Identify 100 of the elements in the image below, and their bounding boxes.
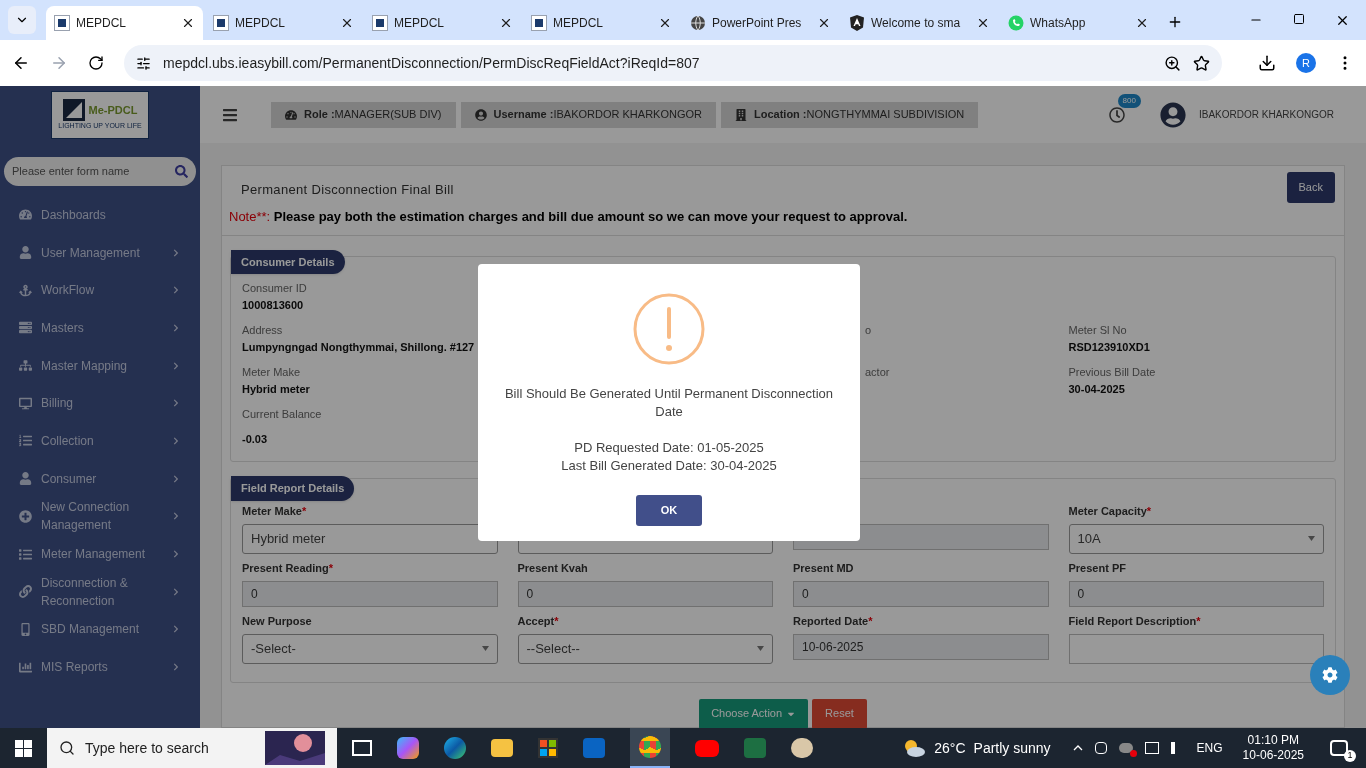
dropdown-select[interactable]: 10A	[1068, 523, 1324, 554]
star-icon[interactable]	[1193, 54, 1210, 72]
tab-title: MEPDCL	[235, 15, 286, 32]
monitor-icon	[19, 396, 32, 410]
sitemap-icon	[19, 359, 32, 373]
detail-value: Hybrid meter	[242, 381, 310, 397]
close-icon[interactable]	[976, 16, 990, 30]
logo-name: Me-PDCL	[88, 102, 138, 118]
tab-title: MEPDCL	[76, 15, 127, 32]
sidebar-item[interactable]: New Connection Management	[0, 497, 200, 536]
detail-value: RSD123910XD1	[1068, 339, 1150, 355]
browser-tab[interactable]: MEPDCL	[205, 6, 362, 40]
choose-action-button[interactable]: Choose Action	[699, 698, 809, 728]
caret-icon	[481, 646, 489, 651]
user-icon	[19, 472, 32, 486]
logo-mark-icon	[62, 98, 85, 121]
field-label: Meter Capacity	[1068, 503, 1147, 519]
sidebar-item[interactable]: MIS Reports	[0, 648, 200, 686]
sidebar-item[interactable]: Dashboards	[0, 196, 200, 234]
tab-title: WhatsApp	[1030, 15, 1087, 32]
detail-label: Address	[242, 323, 283, 338]
required-mark: *	[1146, 503, 1152, 519]
form-search-field[interactable]: Please enter form name	[4, 157, 196, 186]
close-icon[interactable]	[1135, 16, 1149, 30]
building-icon	[735, 108, 747, 121]
input-field[interactable]: 0	[793, 580, 1049, 607]
required-mark: *	[301, 503, 307, 519]
detail-label: Meter Make	[242, 365, 301, 380]
shield-logo-icon	[849, 15, 865, 31]
sidebar-item[interactable]: Disconnection & Reconnection	[0, 572, 200, 611]
dropdown-select[interactable]: --Select--	[517, 633, 773, 664]
browser-tab[interactable]: Welcome to sma	[841, 6, 998, 40]
sidebar-item[interactable]: Master Mapping	[0, 346, 200, 385]
close-icon[interactable]	[181, 16, 195, 30]
reload-icon[interactable]	[88, 55, 104, 71]
close-icon[interactable]	[1335, 13, 1350, 28]
sidebar-item[interactable]: Masters	[0, 309, 200, 347]
back-button[interactable]: Back	[1286, 172, 1335, 203]
avatar-icon[interactable]	[1159, 101, 1186, 128]
globe-icon	[690, 15, 706, 31]
field-label: Field Report Description	[1068, 613, 1197, 629]
search-icon[interactable]	[175, 165, 188, 178]
notification-count: 1	[1344, 750, 1356, 762]
taskbar-search-field[interactable]: Type here to search	[47, 728, 337, 768]
restore-icon[interactable]	[1293, 13, 1305, 25]
close-icon[interactable]	[340, 16, 354, 30]
field-label: Present PF	[1068, 560, 1126, 576]
browser-tab[interactable]: WhatsApp	[1000, 6, 1157, 40]
address-bar[interactable]: mepdcl.ubs.ieasybill.com/PermanentDisconnection/PermDiscReqFieldAct?iReqId=807	[124, 45, 1222, 81]
input-field[interactable]: 10-06-2025	[793, 633, 1049, 660]
download-icon[interactable]	[1258, 54, 1276, 72]
browser-tab[interactable]: MEPDCL	[46, 6, 203, 40]
field-label: Reported Date	[793, 613, 869, 629]
ok-button[interactable]: OK	[636, 495, 702, 526]
language-indicator[interactable]: ENG	[1196, 739, 1223, 757]
detail-label: Consumer ID	[242, 281, 307, 296]
close-icon[interactable]	[658, 16, 672, 30]
close-icon[interactable]	[817, 16, 831, 30]
detail-label: actor	[865, 365, 890, 380]
chevron-up-icon[interactable]	[1072, 745, 1083, 751]
dropdown-select[interactable]: Hybrid meter	[242, 523, 498, 554]
phone-icon	[19, 622, 32, 636]
field-label: Accept	[517, 613, 555, 629]
clock[interactable]: 01:10 PM 10-06-2025	[1242, 733, 1304, 763]
input-field[interactable]: 0	[1068, 580, 1324, 607]
caret-icon	[757, 646, 764, 651]
profile-avatar[interactable]: R	[1296, 53, 1316, 73]
clock-icon[interactable]	[1108, 106, 1125, 123]
desert-night-drawing	[265, 731, 325, 765]
reset-button[interactable]: Reset	[812, 698, 867, 728]
browser-tab[interactable]: MEPDCL	[523, 6, 680, 40]
sidebar-item[interactable]: User Management	[0, 233, 200, 272]
sidebar-item[interactable]: SBD Management	[0, 610, 200, 649]
detail-value: 30-04-2025	[1068, 381, 1125, 397]
required-mark: *	[328, 560, 334, 576]
list-icon	[19, 547, 32, 561]
close-icon[interactable]	[499, 16, 513, 30]
site-settings-icon[interactable]	[136, 55, 151, 71]
caret-icon	[1308, 536, 1315, 541]
sidebar-item[interactable]: Collection	[0, 422, 200, 460]
sidebar-item[interactable]: Billing	[0, 384, 200, 423]
new-tab-icon[interactable]	[1167, 14, 1183, 30]
browser-tab[interactable]: PowerPoint Pres	[682, 6, 839, 40]
sidebar-item[interactable]: WorkFlow	[0, 271, 200, 310]
windows-logo-icon[interactable]	[15, 739, 32, 757]
gear-icon	[1322, 667, 1338, 683]
dropdown-select[interactable]: -Select-	[242, 633, 498, 664]
input-field[interactable]: 0	[517, 580, 773, 607]
sidebar-item[interactable]: Meter Management	[0, 535, 200, 573]
logo-icon	[372, 15, 388, 31]
forward-icon[interactable]	[50, 54, 68, 72]
sidebar-item[interactable]: Consumer	[0, 459, 200, 498]
store-icon[interactable]	[538, 738, 558, 758]
field-label: Present MD	[793, 560, 854, 576]
required-mark: *	[1196, 613, 1201, 629]
zoom-icon[interactable]	[1164, 54, 1181, 72]
browser-tab[interactable]: MEPDCL	[364, 6, 521, 40]
input-field[interactable]: 0	[242, 580, 498, 607]
detail-value: 1000813600	[242, 297, 304, 313]
back-icon[interactable]	[12, 54, 30, 72]
